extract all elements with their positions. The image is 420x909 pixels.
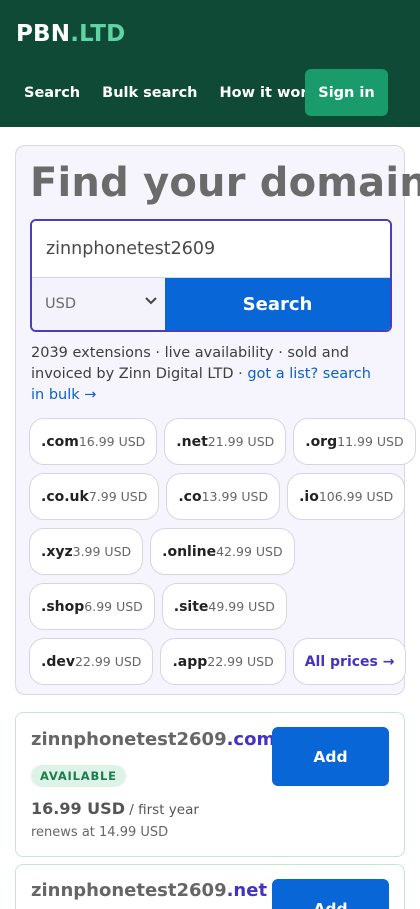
search-button[interactable]: Search [165, 278, 390, 330]
chip-price: 42.99 USD [216, 544, 283, 559]
chevron-down-icon [145, 297, 157, 305]
chip-price: 21.99 USD [207, 434, 275, 449]
search-form: USD Search [30, 219, 392, 332]
extension-chip-list: .com 16.99 USD .net 21.99 USD .org 11.99 US… [29, 418, 416, 693]
logo-tld: .LTD [70, 21, 126, 47]
chip-price: 6.99 USD [84, 599, 143, 614]
extension-chip-dev[interactable]: .dev 22.99 USD [29, 638, 154, 685]
domain-search-input[interactable] [32, 221, 390, 278]
chip-price: 7.99 USD [88, 489, 148, 504]
page-title: Find your domain [30, 160, 420, 206]
chip-ext: .app [172, 653, 208, 670]
chip-ext: .org [305, 433, 338, 450]
main-nav: Search Bulk search How it works [24, 70, 348, 116]
search-info-text: 2039 extensions · live availability · so… [31, 343, 381, 406]
renewal-price: renews at 14.99 USD [31, 825, 169, 840]
sign-in-button[interactable]: Sign in [305, 69, 388, 116]
extension-chip-shop[interactable]: .shop 6.99 USD [29, 583, 155, 630]
nav-bulk-search-link[interactable]: Bulk search [102, 70, 197, 116]
extension-chip-site[interactable]: .site 49.99 USD [161, 583, 287, 630]
chip-price: 22.99 USD [207, 654, 274, 669]
chip-ext: .net [176, 433, 208, 450]
result-domain-ext: .net [226, 880, 268, 901]
chip-ext: .io [299, 488, 319, 505]
chip-price: 13.99 USD [201, 489, 269, 504]
price-amount: 16.99 USD [31, 799, 125, 818]
chip-price: 49.99 USD [208, 599, 275, 614]
domain-result-card: zinnphonetest2609.com AVAILABLE 16.99 US… [15, 712, 405, 857]
result-domain-ext: .com [226, 729, 276, 750]
extension-chip-net[interactable]: .net 21.99 USD [164, 418, 287, 465]
extension-chip-com[interactable]: .com 16.99 USD [29, 418, 158, 465]
chip-price: 16.99 USD [78, 434, 146, 449]
chip-ext: .site [173, 598, 209, 615]
add-to-cart-button[interactable]: Add [272, 879, 389, 909]
extension-chip-online[interactable]: .online 42.99 USD [150, 528, 295, 575]
chip-ext: .shop [41, 598, 85, 615]
domain-result-card: zinnphonetest2609.net Add [15, 864, 405, 909]
result-domain-name: zinnphonetest2609.net [31, 880, 267, 901]
nav-search-link[interactable]: Search [24, 70, 80, 116]
logo-main: PBN [16, 21, 71, 47]
extension-chip-co-uk[interactable]: .co.uk 7.99 USD [29, 473, 160, 520]
chip-ext: .co.uk [41, 488, 89, 505]
chip-ext: .xyz [41, 543, 73, 560]
chip-price: 11.99 USD [337, 434, 404, 449]
chip-price: 106.99 USD [318, 489, 394, 504]
currency-select[interactable]: USD [32, 278, 165, 330]
all-prices-label: All prices → [304, 653, 395, 670]
extension-chip-co[interactable]: .co 13.99 USD [166, 473, 281, 520]
result-domain-name: zinnphonetest2609.com [31, 729, 275, 750]
chip-price: 22.99 USD [74, 654, 142, 669]
result-domain-label: zinnphonetest2609 [31, 729, 227, 750]
chip-ext: .dev [41, 653, 75, 670]
price-period: / first year [124, 802, 199, 818]
extension-chip-io[interactable]: .io 106.99 USD [287, 473, 406, 520]
result-price: 16.99 USD / first year [31, 799, 199, 818]
chip-ext: .com [41, 433, 79, 450]
chip-ext: .co [178, 488, 202, 505]
result-domain-label: zinnphonetest2609 [31, 880, 227, 901]
extension-chip-xyz[interactable]: .xyz 3.99 USD [29, 528, 144, 575]
chip-price: 3.99 USD [72, 544, 132, 559]
extension-chip-org[interactable]: .org 11.99 USD [293, 418, 416, 465]
site-header: PBN.LTD Search Bulk search How it works … [0, 0, 420, 127]
domain-search-card: Find your domain USD Search 2039 extensi… [15, 145, 420, 695]
chip-ext: .online [162, 543, 217, 560]
all-prices-link[interactable]: All prices → [292, 638, 407, 685]
extension-chip-app[interactable]: .app 22.99 USD [160, 638, 286, 685]
site-logo[interactable]: PBN.LTD [16, 21, 125, 47]
add-to-cart-button[interactable]: Add [272, 727, 389, 786]
currency-selected-value: USD [45, 296, 76, 312]
status-badge: AVAILABLE [31, 765, 126, 787]
